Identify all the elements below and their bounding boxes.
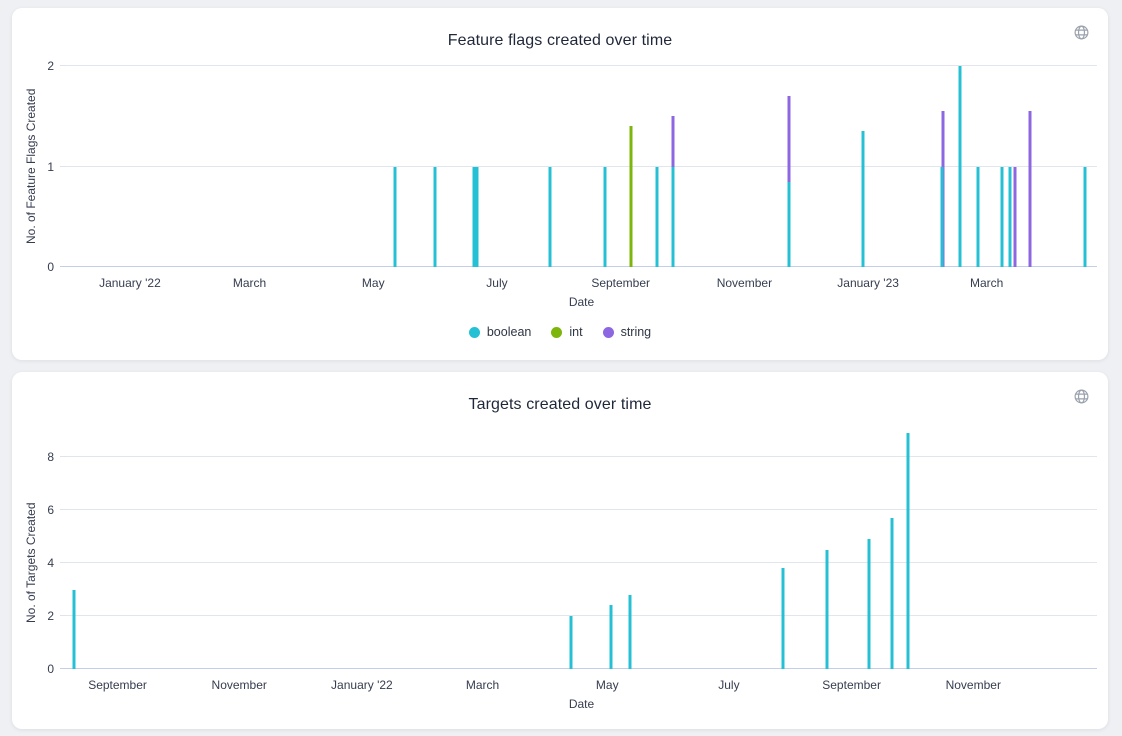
bar-boolean[interactable] — [628, 595, 631, 669]
gridline — [66, 65, 1097, 66]
legend-item-int[interactable]: int — [551, 325, 582, 339]
gridline — [66, 456, 1097, 457]
legend-item-string[interactable]: string — [603, 325, 652, 339]
x-tick-label: November — [946, 678, 1001, 692]
gridline — [66, 509, 1097, 510]
bar-boolean[interactable] — [476, 167, 479, 268]
bar-string[interactable] — [1013, 167, 1016, 268]
bar-boolean[interactable] — [890, 518, 893, 669]
bar-boolean[interactable] — [781, 568, 784, 669]
y-tick-label: 2 — [30, 58, 54, 74]
bar-boolean[interactable] — [825, 550, 828, 669]
feature-flags-chart-card: Feature flags created over time No. of F… — [12, 8, 1108, 360]
bar-boolean[interactable] — [610, 605, 613, 669]
gridline — [66, 615, 1097, 616]
bar-boolean[interactable] — [861, 131, 864, 267]
legend-dot-icon — [551, 327, 562, 338]
y-tick-mark — [60, 65, 66, 66]
plot-area: No. of Targets Created Date 02468Septemb… — [66, 457, 1097, 669]
x-tick-label: March — [233, 276, 266, 290]
legend: boolean int string — [12, 325, 1108, 339]
y-tick-label: 4 — [30, 555, 54, 571]
bar-boolean[interactable] — [868, 539, 871, 669]
x-tick-label: November — [212, 678, 267, 692]
bar-boolean[interactable] — [1001, 167, 1004, 268]
x-tick-label: March — [466, 678, 499, 692]
x-tick-label: November — [717, 276, 772, 290]
legend-label: boolean — [487, 325, 532, 339]
bar-boolean[interactable] — [570, 616, 573, 669]
bar-boolean[interactable] — [548, 167, 551, 268]
bar-boolean[interactable] — [604, 167, 607, 268]
y-tick-mark — [60, 615, 66, 616]
globe-icon-button[interactable] — [1070, 21, 1092, 43]
bar-boolean[interactable] — [958, 66, 961, 267]
bar-boolean[interactable] — [73, 590, 76, 670]
bar-boolean[interactable] — [941, 167, 944, 268]
globe-icon-button[interactable] — [1070, 385, 1092, 407]
x-tick-label: September — [88, 678, 147, 692]
targets-chart-card: Targets created over time No. of Targets… — [12, 372, 1108, 729]
y-tick-mark — [60, 509, 66, 510]
y-tick-label: 1 — [30, 159, 54, 175]
y-tick-label: 0 — [30, 259, 54, 275]
x-axis-title: Date — [569, 295, 594, 309]
bar-boolean[interactable] — [393, 167, 396, 268]
gridline — [66, 562, 1097, 563]
bar-int[interactable] — [629, 126, 632, 267]
x-tick-label: September — [822, 678, 881, 692]
x-axis-title: Date — [569, 697, 594, 711]
x-tick-label: May — [362, 276, 385, 290]
globe-icon — [1073, 24, 1090, 41]
legend-label: int — [569, 325, 582, 339]
x-tick-label: January '23 — [837, 276, 899, 290]
bar-boolean[interactable] — [1083, 167, 1086, 268]
x-tick-label: July — [486, 276, 507, 290]
y-tick-label: 0 — [30, 661, 54, 677]
bar-boolean[interactable] — [1009, 167, 1012, 268]
bar-string[interactable] — [1028, 111, 1031, 267]
x-tick-label: March — [970, 276, 1003, 290]
x-tick-label: September — [591, 276, 650, 290]
chart-title: Feature flags created over time — [12, 32, 1108, 50]
legend-label: string — [621, 325, 652, 339]
bar-boolean[interactable] — [977, 167, 980, 268]
x-tick-label: May — [596, 678, 619, 692]
y-tick-mark — [60, 668, 66, 669]
legend-item-boolean[interactable]: boolean — [469, 325, 532, 339]
y-tick-label: 2 — [30, 608, 54, 624]
bar-boolean[interactable] — [787, 182, 790, 267]
x-tick-label: January '22 — [99, 276, 161, 290]
bar-boolean[interactable] — [434, 167, 437, 268]
chart-title: Targets created over time — [12, 396, 1108, 414]
legend-dot-icon — [469, 327, 480, 338]
x-tick-label: January '22 — [331, 678, 393, 692]
y-tick-label: 6 — [30, 502, 54, 518]
x-axis-line — [66, 668, 1097, 669]
y-tick-mark — [60, 456, 66, 457]
legend-dot-icon — [603, 327, 614, 338]
bar-boolean[interactable] — [655, 167, 658, 268]
bar-boolean[interactable] — [672, 167, 675, 268]
plot-area: No. of Feature Flags Created Date 012Jan… — [66, 66, 1097, 267]
x-tick-label: July — [718, 678, 739, 692]
y-tick-mark — [60, 166, 66, 167]
y-tick-mark — [60, 562, 66, 563]
bar-boolean[interactable] — [907, 433, 910, 669]
y-tick-label: 8 — [30, 449, 54, 465]
y-tick-mark — [60, 266, 66, 267]
globe-icon — [1073, 388, 1090, 405]
